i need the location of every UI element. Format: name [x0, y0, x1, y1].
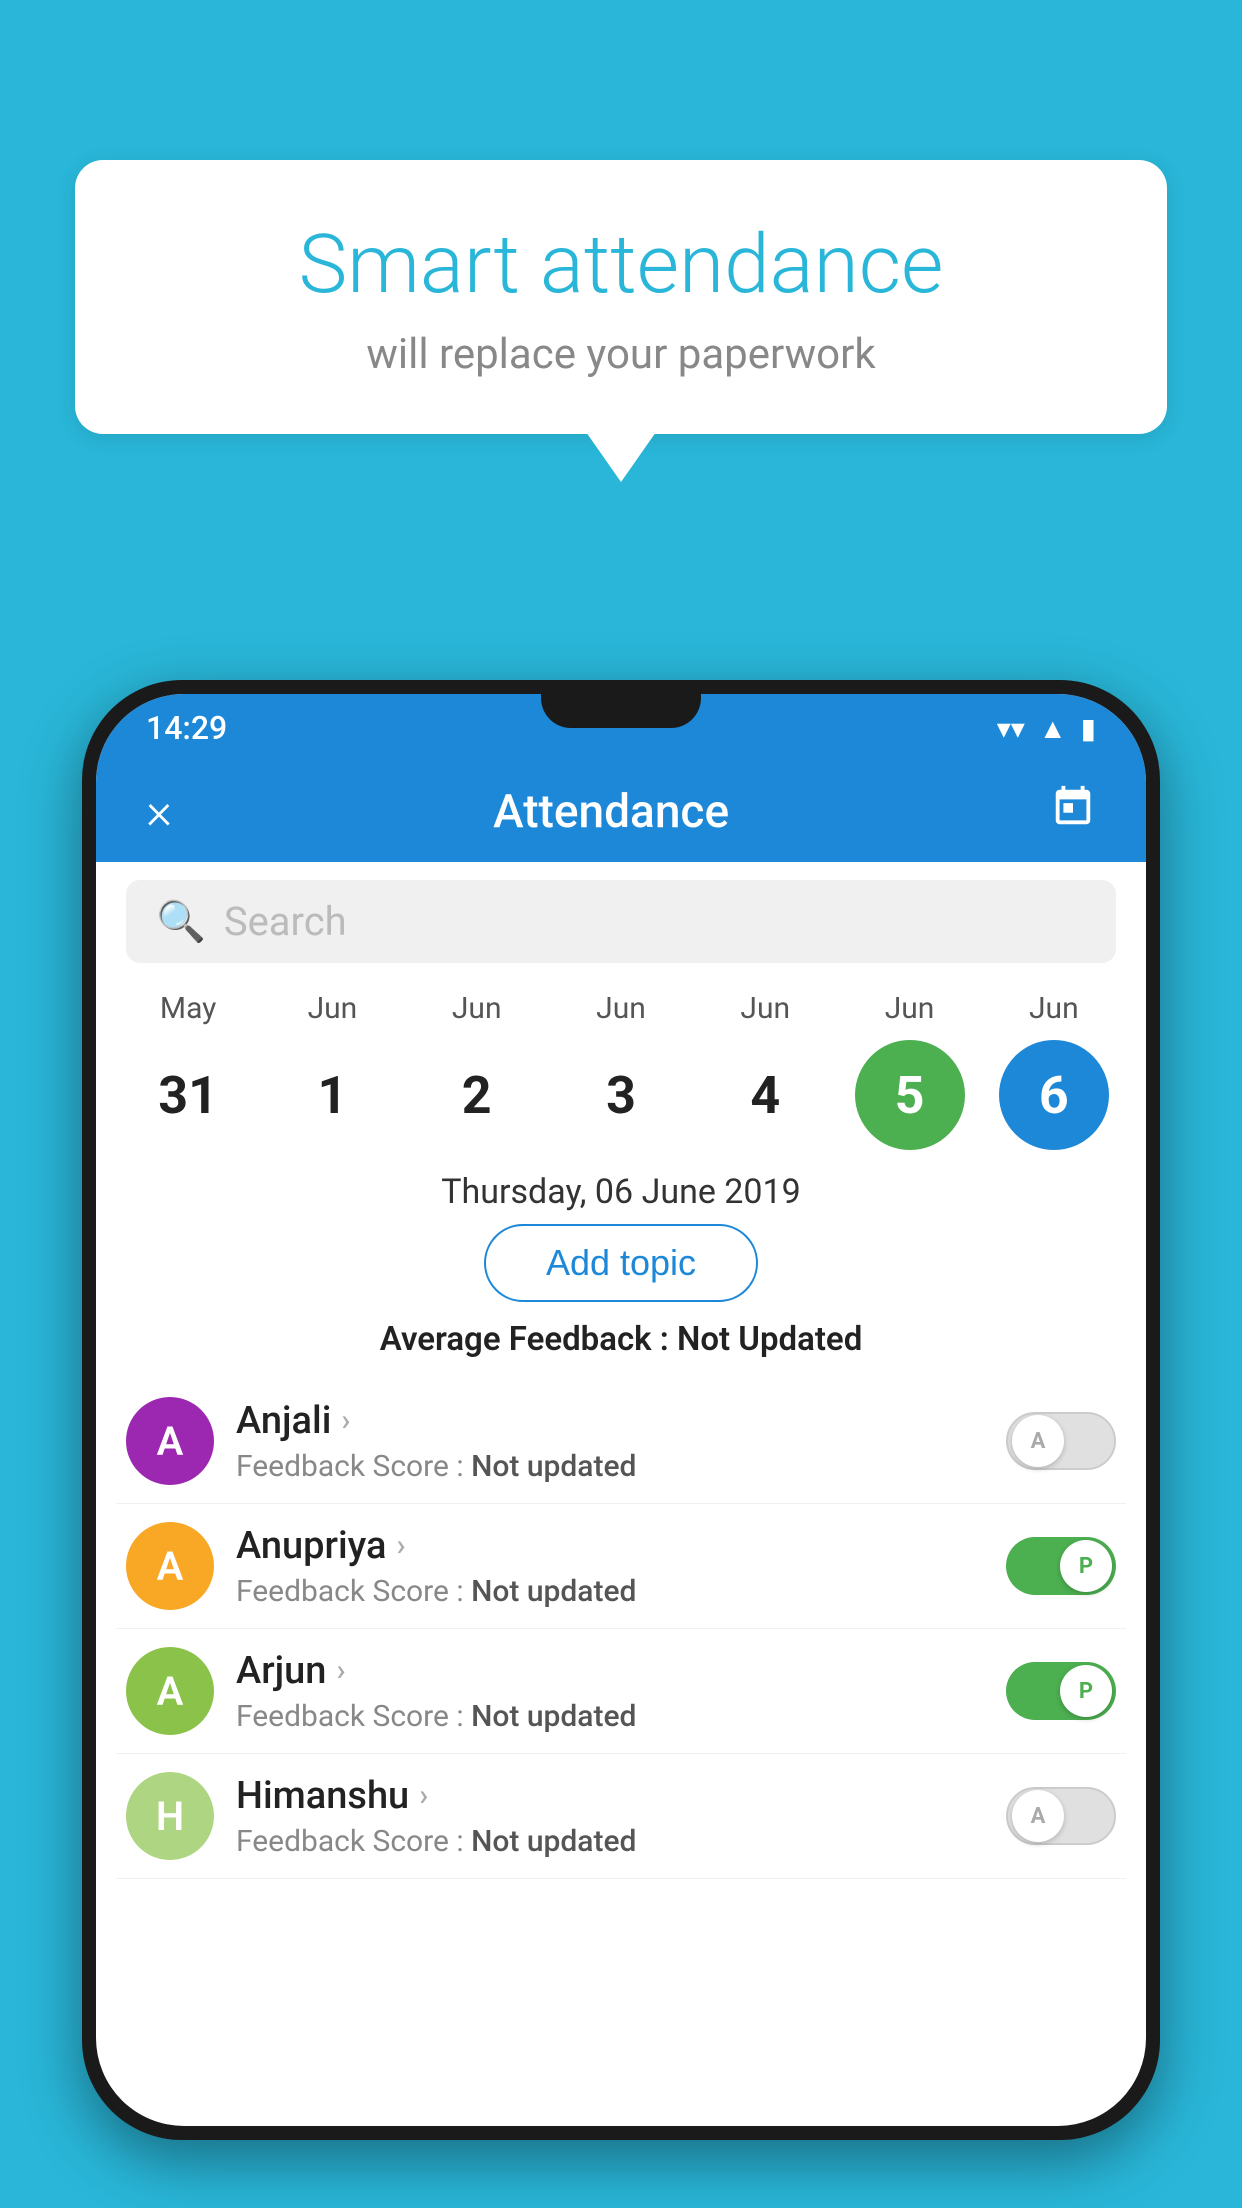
calendar-day[interactable]: Jun 2: [412, 991, 542, 1150]
student-info: Anjali › Feedback Score : Not updated: [236, 1399, 1006, 1484]
toggle-switch[interactable]: P: [1006, 1537, 1116, 1595]
cal-month-label: Jun: [740, 991, 790, 1026]
toggle-thumb: A: [1012, 1790, 1064, 1842]
avg-feedback-label: Average Feedback :: [380, 1320, 677, 1359]
attendance-toggle[interactable]: A: [1006, 1787, 1116, 1845]
status-icons: ▾▾ ▲ ▮: [997, 712, 1096, 745]
status-time: 14:29: [146, 709, 227, 747]
battery-icon: ▮: [1081, 712, 1096, 745]
student-avatar: H: [126, 1772, 214, 1860]
calendar-strip: May 31 Jun 1 Jun 2 Jun 3 Jun 4 Jun 5 Jun 6: [96, 981, 1146, 1150]
calendar-day[interactable]: May 31: [123, 991, 253, 1150]
student-row[interactable]: H Himanshu › Feedback Score : Not updatedA: [116, 1754, 1126, 1879]
calendar-day[interactable]: Jun 4: [700, 991, 830, 1150]
selected-date-label: Thursday, 06 June 2019: [96, 1172, 1146, 1212]
phone-frame: 14:29 ▾▾ ▲ ▮ × Attendance 🔍: [82, 680, 1160, 2140]
cal-month-label: Jun: [596, 991, 646, 1026]
student-name: Anjali ›: [236, 1399, 1006, 1443]
app-bar: × Attendance: [96, 762, 1146, 862]
cal-date-number: 2: [422, 1040, 532, 1150]
calendar-icon[interactable]: [1040, 774, 1106, 851]
student-avatar: A: [126, 1397, 214, 1485]
bubble-title: Smart attendance: [155, 220, 1087, 310]
student-row[interactable]: AAnjali ›Feedback Score : Not updatedA: [116, 1379, 1126, 1504]
cal-date-number: 3: [566, 1040, 676, 1150]
cal-month-label: Jun: [1029, 991, 1079, 1026]
toggle-thumb: A: [1012, 1415, 1064, 1467]
student-score: Feedback Score : Not updated: [236, 1824, 1006, 1859]
student-avatar: A: [126, 1647, 214, 1735]
cal-month-label: Jun: [885, 991, 935, 1026]
avg-feedback: Average Feedback : Not Updated: [96, 1320, 1146, 1359]
cal-month-label: Jun: [308, 991, 358, 1026]
search-icon: 🔍: [156, 898, 206, 945]
bubble-subtitle: will replace your paperwork: [155, 330, 1087, 379]
student-name: Anupriya ›: [236, 1524, 1006, 1568]
chevron-icon: ›: [396, 1528, 405, 1563]
phone-wrapper: 14:29 ▾▾ ▲ ▮ × Attendance 🔍: [82, 680, 1160, 2208]
cal-date-number: 1: [277, 1040, 387, 1150]
calendar-day[interactable]: Jun 6: [989, 991, 1119, 1150]
chevron-icon: ›: [419, 1778, 428, 1813]
calendar-day[interactable]: Jun 1: [267, 991, 397, 1150]
toggle-switch[interactable]: A: [1006, 1412, 1116, 1470]
student-row[interactable]: A Arjun › Feedback Score : Not updated P: [116, 1629, 1126, 1754]
student-list: AAnjali ›Feedback Score : Not updatedAAA…: [96, 1379, 1146, 1879]
avg-feedback-value: Not Updated: [677, 1320, 862, 1359]
attendance-toggle[interactable]: P: [1006, 1537, 1116, 1595]
chevron-icon: ›: [336, 1653, 345, 1688]
cal-month-label: May: [160, 991, 216, 1026]
phone-notch: [541, 680, 701, 728]
attendance-toggle[interactable]: P: [1006, 1662, 1116, 1720]
student-score: Feedback Score : Not updated: [236, 1574, 1006, 1609]
add-topic-button[interactable]: Add topic: [484, 1224, 758, 1302]
cal-date-number: 4: [710, 1040, 820, 1150]
student-info: Anupriya › Feedback Score : Not updated: [236, 1524, 1006, 1609]
toggle-thumb: P: [1060, 1540, 1112, 1592]
search-placeholder: Search: [224, 898, 347, 945]
cal-date-number: 5: [855, 1040, 965, 1150]
attendance-toggle[interactable]: A: [1006, 1412, 1116, 1470]
toggle-thumb: P: [1060, 1665, 1112, 1717]
student-name: Arjun ›: [236, 1649, 1006, 1693]
wifi-icon: ▾▾: [997, 712, 1025, 745]
student-row[interactable]: A Anupriya › Feedback Score : Not updated P: [116, 1504, 1126, 1629]
student-info: Himanshu › Feedback Score : Not updated: [236, 1774, 1006, 1859]
speech-bubble: Smart attendance will replace your paper…: [75, 160, 1167, 434]
cal-month-label: Jun: [452, 991, 502, 1026]
bubble-tail: [586, 432, 656, 482]
student-score: Feedback Score : Not updated: [236, 1699, 1006, 1734]
close-button[interactable]: ×: [136, 773, 182, 851]
phone-screen: 14:29 ▾▾ ▲ ▮ × Attendance 🔍: [96, 694, 1146, 2126]
cal-date-number: 31: [133, 1040, 243, 1150]
toggle-switch[interactable]: A: [1006, 1787, 1116, 1845]
calendar-day[interactable]: Jun 3: [556, 991, 686, 1150]
student-info: Arjun › Feedback Score : Not updated: [236, 1649, 1006, 1734]
app-bar-title: Attendance: [493, 785, 729, 839]
signal-icon: ▲: [1039, 712, 1067, 745]
student-name: Himanshu ›: [236, 1774, 1006, 1818]
speech-bubble-section: Smart attendance will replace your paper…: [75, 160, 1167, 482]
cal-date-number: 6: [999, 1040, 1109, 1150]
chevron-icon: ›: [341, 1403, 350, 1438]
search-bar[interactable]: 🔍 Search: [126, 880, 1116, 963]
student-avatar: A: [126, 1522, 214, 1610]
toggle-switch[interactable]: P: [1006, 1662, 1116, 1720]
calendar-day[interactable]: Jun 5: [845, 991, 975, 1150]
student-score: Feedback Score : Not updated: [236, 1449, 1006, 1484]
